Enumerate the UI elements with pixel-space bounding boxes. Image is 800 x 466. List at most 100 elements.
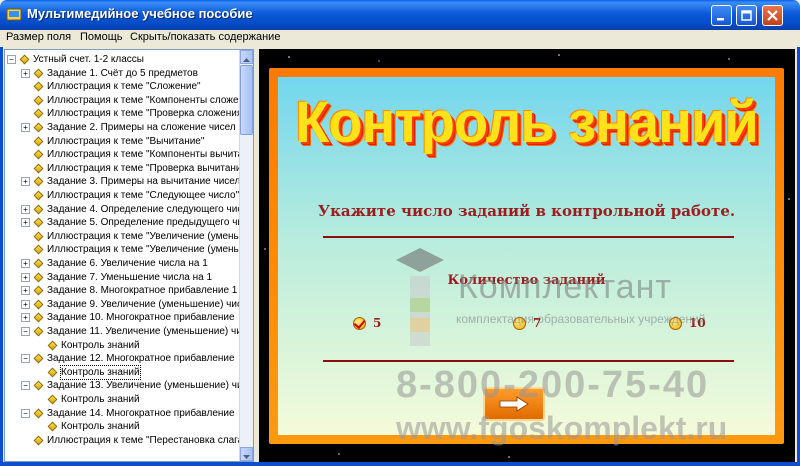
tree-item[interactable]: Иллюстрация к теме "Вычитание": [5, 135, 239, 148]
tree-item-label: Задание 3. Примеры на вычитание чисел: [47, 176, 241, 188]
topic-icon: [33, 190, 44, 201]
tree-item[interactable]: Иллюстрация к теме "Увеличение (уменьшен…: [5, 243, 253, 256]
tree-item[interactable]: − Задание 13. Увеличение (уменьшение) чис…: [5, 379, 253, 392]
tree-item-label: Контроль знаний: [60, 364, 141, 380]
topic-icon: [47, 367, 58, 378]
tree-item[interactable]: + Задание 4. Определение следующего числа: [5, 203, 253, 216]
tree-item[interactable]: + Задание 3. Примеры на вычитание чисел: [5, 175, 241, 188]
scroll-thumb[interactable]: [240, 65, 253, 135]
menu-help[interactable]: Помощь: [80, 31, 123, 43]
tree-item[interactable]: Иллюстрация к теме "Увеличение (уменьшен…: [5, 230, 253, 243]
tree-item[interactable]: Контроль знаний: [5, 364, 239, 380]
expand-icon[interactable]: +: [21, 177, 30, 187]
expand-icon[interactable]: +: [21, 259, 30, 268]
collapse-icon[interactable]: −: [7, 55, 16, 64]
contents-tree[interactable]: Иллюстрация к теме "Перестановка слагаем…: [4, 49, 254, 462]
topic-icon: [47, 394, 58, 405]
tree-item-label: Устный счет. 1-2 классы: [33, 54, 144, 65]
tree-item-label: Задание 2. Примеры на сложение чисел: [47, 122, 236, 133]
menu-toggle-contents[interactable]: Скрыть/показать содержание: [130, 31, 280, 43]
minimize-icon: [717, 18, 724, 21]
lesson-stage: Контроль знаний Укажите число заданий в …: [259, 49, 795, 462]
expand-icon[interactable]: +: [21, 68, 30, 78]
tree-item[interactable]: − Задание 14. Многократное прибавление: [5, 407, 239, 420]
expand-icon[interactable]: +: [21, 123, 30, 132]
tree-scrollbar[interactable]: [239, 50, 253, 461]
tree-item-label: Задание 9. Увеличение (уменьшение) числа: [47, 298, 254, 310]
collapse-icon[interactable]: −: [21, 408, 30, 418]
tree-item-label: Иллюстрация к теме "Вычитание": [47, 135, 205, 147]
maximize-icon: [741, 10, 752, 21]
tree-item-label: Задание 13. Увеличение (уменьшение) числ…: [47, 380, 254, 392]
title-bar[interactable]: Мультимедийное учебное пособие: [0, 0, 800, 30]
tree-item[interactable]: + Задание 2. Примеры на сложение чисел: [5, 121, 239, 134]
option-radio[interactable]: [513, 317, 526, 330]
tree-item[interactable]: Иллюстрация к теме "Следующее число": [5, 189, 239, 202]
expand-icon[interactable]: +: [21, 313, 30, 323]
tree-item-label: Иллюстрация к теме "Следующее число": [47, 190, 240, 201]
tree-item-label: Задание 11. Увеличение (уменьшение) числ…: [47, 326, 254, 337]
tree-item[interactable]: Иллюстрация к теме "Компоненты вычитания…: [5, 148, 253, 161]
topic-icon: [33, 149, 44, 160]
tree-item-label: Задание 4. Определение следующего числа: [47, 203, 254, 215]
option-radio[interactable]: [353, 317, 366, 330]
tree-item[interactable]: − Устный счет. 1-2 классы: [5, 53, 239, 66]
tree-item[interactable]: Контроль знаний: [5, 420, 239, 433]
tree-item[interactable]: + Задание 7. Уменьшение числа на 1: [5, 271, 239, 284]
tree-item[interactable]: Иллюстрация к теме "Компоненты сложения": [5, 94, 253, 107]
tree-item-label: Иллюстрация к теме "Компоненты сложения": [47, 94, 254, 106]
topic-icon: [33, 136, 44, 147]
app-icon: [6, 8, 22, 21]
topic-icon: [33, 163, 44, 174]
expand-icon[interactable]: +: [21, 286, 30, 296]
expand-icon[interactable]: +: [21, 204, 30, 214]
tree-item[interactable]: + Задание 5. Определение предыдущего числ…: [5, 216, 253, 229]
tree-item[interactable]: + Задание 9. Увеличение (уменьшение) числ…: [5, 298, 253, 311]
tree-item[interactable]: Контроль знаний: [5, 393, 239, 406]
option-value: 5: [373, 316, 382, 330]
topic-icon: [33, 299, 44, 310]
tree-item[interactable]: Иллюстрация к теме "Проверка вычитания": [5, 162, 250, 175]
tree-item[interactable]: + Задание 10. Многократное прибавление: [5, 311, 239, 324]
expand-icon[interactable]: +: [21, 218, 30, 228]
tree-item[interactable]: Иллюстрация к теме "Сложение": [5, 80, 239, 93]
topic-icon: [33, 258, 44, 269]
collapse-icon[interactable]: −: [21, 354, 30, 364]
topic-icon: [33, 285, 44, 296]
option-value: 10: [689, 316, 706, 330]
topic-icon: [33, 380, 44, 391]
menu-field-size[interactable]: Размер поля: [6, 31, 71, 43]
tree-item-label: Задание 7. Уменьшение числа на 1: [47, 271, 213, 283]
close-button[interactable]: [762, 5, 783, 26]
tree-item[interactable]: Иллюстрация к теме "Перестановка слагаем…: [5, 434, 253, 447]
lesson-frame: Контроль знаний Укажите число заданий в …: [269, 68, 784, 444]
tree-item[interactable]: + Задание 6. Увеличение числа на 1: [5, 257, 239, 270]
tree-item[interactable]: Иллюстрация к теме "Проверка сложения": [5, 107, 246, 120]
scroll-up-button[interactable]: [240, 50, 253, 64]
collapse-icon[interactable]: −: [21, 381, 30, 391]
topic-icon: [33, 312, 44, 323]
tree-item[interactable]: − Задание 12. Многократное прибавление: [5, 352, 239, 365]
option-radio[interactable]: [669, 317, 682, 330]
tree-item-label: Иллюстрация к теме "Проверка сложения": [47, 108, 246, 120]
tree-item-label: Задание 14. Многократное прибавление: [47, 407, 235, 419]
tree-item[interactable]: Контроль знаний: [5, 339, 239, 352]
scroll-down-button[interactable]: [240, 447, 253, 461]
topic-icon: [33, 231, 44, 242]
maximize-button[interactable]: [736, 5, 757, 26]
tree-item[interactable]: − Задание 11. Увеличение (уменьшение) чис…: [5, 325, 253, 338]
next-button[interactable]: [483, 387, 545, 421]
tree-item[interactable]: + Задание 8. Многократное прибавление 1: [5, 284, 239, 297]
topic-icon: [33, 95, 44, 106]
minimize-button[interactable]: [711, 5, 732, 26]
arrow-right-icon: [499, 396, 529, 412]
tree-item-label: Иллюстрация к теме "Проверка вычитания": [47, 162, 251, 174]
menu-bar: Размер поля Помощь Скрыть/показать содер…: [0, 30, 800, 47]
expand-icon[interactable]: +: [21, 272, 30, 282]
tree-item[interactable]: + Задание 1. Счёт до 5 предметов: [5, 67, 239, 80]
topic-icon: [33, 272, 44, 283]
expand-icon[interactable]: +: [21, 299, 30, 309]
collapse-icon[interactable]: −: [21, 327, 30, 336]
tree-item-label: Иллюстрация к теме "Перестановка слагаем…: [47, 434, 254, 446]
tree-item-label: Контроль знаний: [61, 394, 140, 405]
